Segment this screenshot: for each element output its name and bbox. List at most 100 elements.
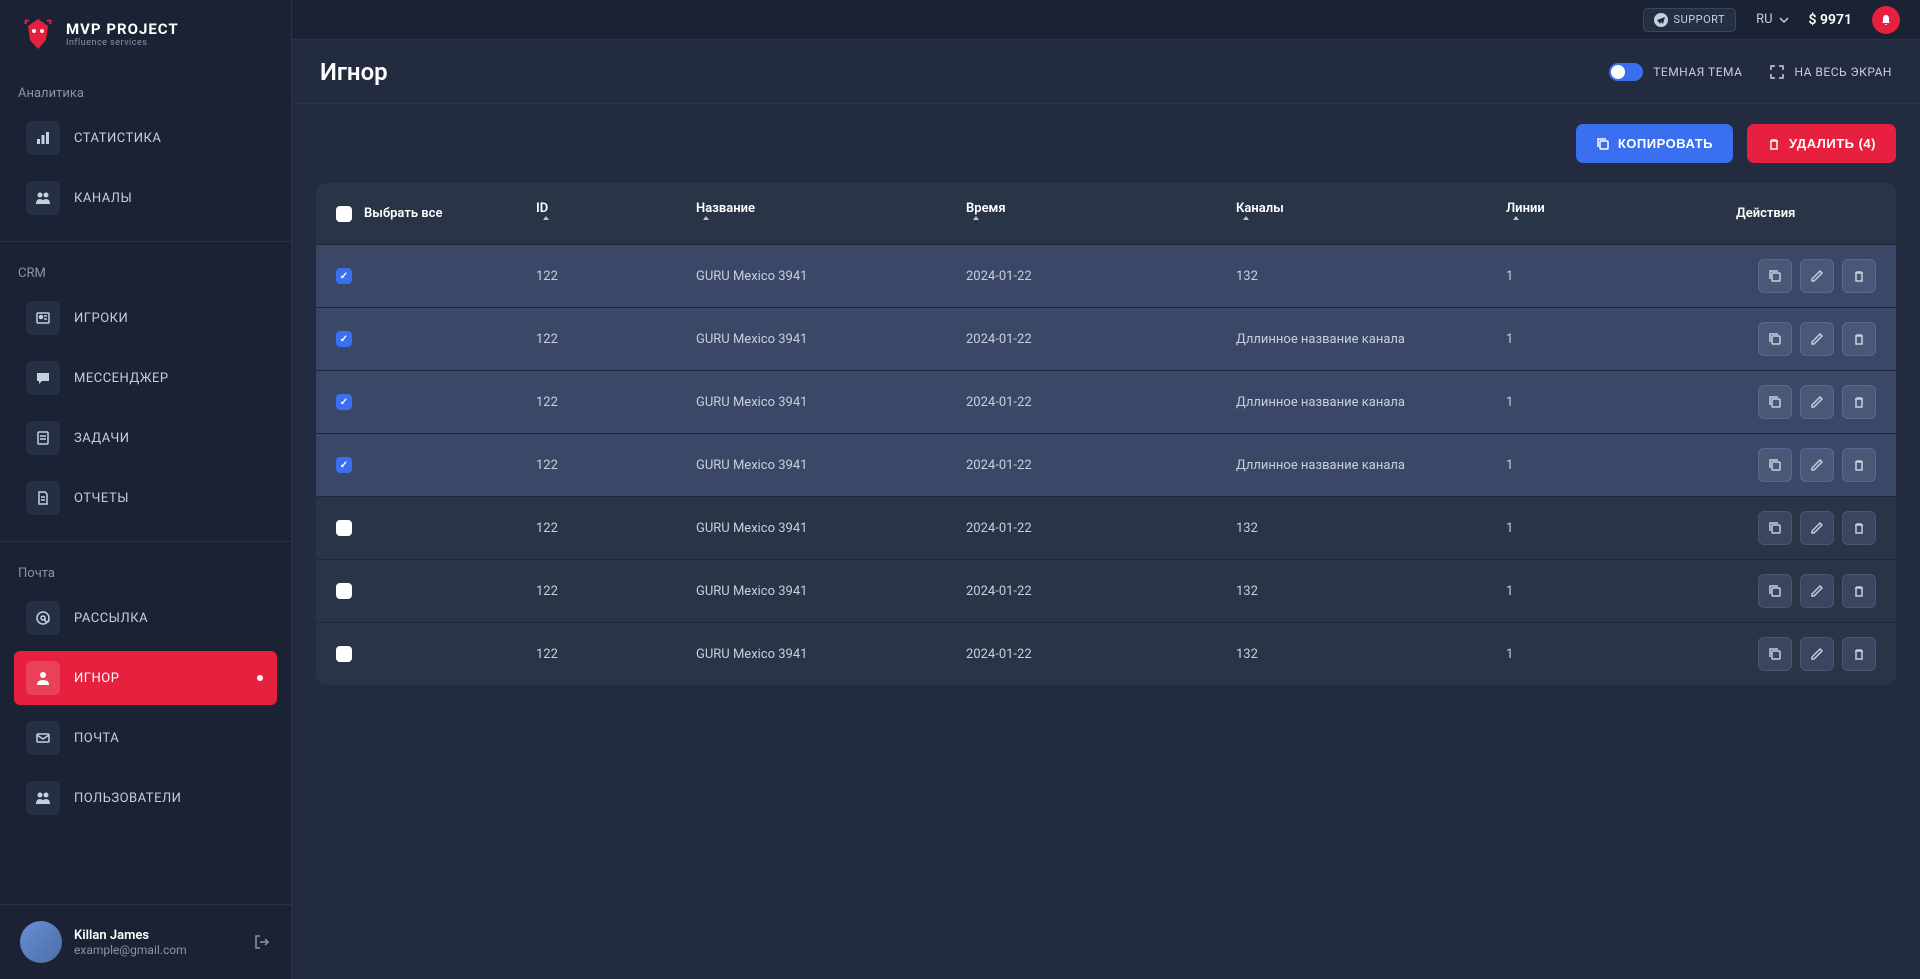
sidebar-item-label: ПОЛЬЗОВАТЕЛИ [74,791,181,806]
col-time[interactable]: Время [966,201,1236,226]
chat-icon [35,370,51,386]
select-all-checkbox[interactable] [336,206,352,222]
sidebar-item-messenger[interactable]: МЕССЕНДЖЕР [14,351,277,405]
notifications-button[interactable] [1872,6,1900,34]
cell-time: 2024-01-22 [966,269,1236,284]
row-copy-button[interactable] [1758,637,1792,671]
row-delete-button[interactable] [1842,385,1876,419]
table-row: 122GURU Mexico 39412024-01-221321 [316,559,1896,622]
support-button[interactable]: SUPPORT [1643,8,1737,32]
cell-id: 122 [536,395,696,410]
cell-time: 2024-01-22 [966,395,1236,410]
user-profile: Killan James example@gmail.com [0,904,291,979]
row-edit-button[interactable] [1800,448,1834,482]
row-delete-button[interactable] [1842,448,1876,482]
cell-id: 122 [536,458,696,473]
sidebar-item-label: ИГРОКИ [74,311,128,326]
cell-id: 122 [536,269,696,284]
row-edit-button[interactable] [1800,259,1834,293]
cell-name: GURU Mexico 3941 [696,269,966,284]
row-copy-button[interactable] [1758,574,1792,608]
row-copy-button[interactable] [1758,259,1792,293]
row-copy-button[interactable] [1758,322,1792,356]
fullscreen-button[interactable]: НА ВЕСЬ ЭКРАН [1770,65,1892,79]
delete-button[interactable]: УДАЛИТЬ (4) [1747,124,1896,163]
row-delete-button[interactable] [1842,574,1876,608]
row-checkbox[interactable] [336,394,352,410]
sidebar-item-mail[interactable]: ПОЧТА [14,711,277,765]
sidebar-item-label: ИГНОР [74,671,119,686]
row-delete-button[interactable] [1842,511,1876,545]
sidebar-item-mailing[interactable]: РАССЫЛКА [14,591,277,645]
row-checkbox[interactable] [336,457,352,473]
logo: MVP PROJECT Influence services [0,0,291,68]
cell-id: 122 [536,647,696,662]
col-lines[interactable]: Линии [1506,201,1736,226]
nav-header-analytics: Аналитика [14,80,277,111]
fullscreen-label: НА ВЕСЬ ЭКРАН [1794,65,1892,79]
cell-time: 2024-01-22 [966,521,1236,536]
sidebar-item-channels[interactable]: КАНАЛЫ [14,171,277,225]
row-delete-button[interactable] [1842,637,1876,671]
row-checkbox[interactable] [336,520,352,536]
row-copy-button[interactable] [1758,385,1792,419]
copy-button[interactable]: КОПИРОВАТЬ [1576,124,1733,163]
row-edit-button[interactable] [1800,385,1834,419]
cell-id: 122 [536,521,696,536]
cell-id: 122 [536,332,696,347]
col-id[interactable]: ID [536,201,696,226]
brand-title: MVP PROJECT [66,20,179,38]
row-checkbox[interactable] [336,268,352,284]
table-row: 122GURU Mexico 39412024-01-221321 [316,244,1896,307]
col-channels[interactable]: Каналы [1236,201,1506,226]
copy-icon [1596,137,1610,151]
user-email: example@gmail.com [74,943,241,957]
page-title: Игнор [320,58,388,86]
row-edit-button[interactable] [1800,574,1834,608]
row-checkbox[interactable] [336,331,352,347]
row-edit-button[interactable] [1800,637,1834,671]
row-copy-button[interactable] [1758,448,1792,482]
sidebar-item-label: СТАТИСТИКА [74,131,161,146]
bell-icon [1879,13,1893,27]
row-checkbox[interactable] [336,646,352,662]
logout-icon[interactable] [253,933,271,951]
sort-icon [702,216,710,226]
sidebar-item-reports[interactable]: ОТЧЕТЫ [14,471,277,525]
copy-label: КОПИРОВАТЬ [1618,136,1713,151]
sidebar-item-players[interactable]: ИГРОКИ [14,291,277,345]
row-checkbox[interactable] [336,583,352,599]
table-row: 122GURU Mexico 39412024-01-221321 [316,622,1896,685]
cell-name: GURU Mexico 3941 [696,395,966,410]
row-edit-button[interactable] [1800,511,1834,545]
select-all-label: Выбрать все [364,206,442,221]
cell-channels: 132 [1236,647,1506,662]
table: Выбрать все ID Название Время Каналы Лин… [316,183,1896,685]
sidebar-item-label: МЕССЕНДЖЕР [74,371,169,386]
dark-theme-toggle[interactable]: ТЕМНАЯ ТЕМА [1609,63,1742,81]
row-edit-button[interactable] [1800,322,1834,356]
toggle-switch[interactable] [1609,63,1643,81]
avatar[interactable] [20,921,62,963]
cell-channels: 132 [1236,269,1506,284]
sidebar-item-tasks[interactable]: ЗАДАЧИ [14,411,277,465]
mail-icon [35,730,51,746]
col-name[interactable]: Название [696,201,966,226]
cell-name: GURU Mexico 3941 [696,584,966,599]
sidebar-item-users[interactable]: ПОЛЬЗОВАТЕЛИ [14,771,277,825]
cell-time: 2024-01-22 [966,332,1236,347]
cell-time: 2024-01-22 [966,647,1236,662]
sidebar-item-stats[interactable]: СТАТИСТИКА [14,111,277,165]
language-select[interactable]: RU [1756,12,1788,27]
cell-lines: 1 [1506,269,1736,284]
sidebar-item-ignore[interactable]: ИГНОР [14,651,277,705]
language-label: RU [1756,12,1772,27]
cell-channels: Дллинное название канала [1236,458,1506,473]
delete-label: УДАЛИТЬ (4) [1789,136,1876,151]
cell-id: 122 [536,584,696,599]
main: SUPPORT RU $ 9971 Игнор ТЕМНАЯ ТЕМА НА В… [292,0,1920,979]
row-copy-button[interactable] [1758,511,1792,545]
row-delete-button[interactable] [1842,259,1876,293]
row-delete-button[interactable] [1842,322,1876,356]
cell-channels: Дллинное название канала [1236,332,1506,347]
